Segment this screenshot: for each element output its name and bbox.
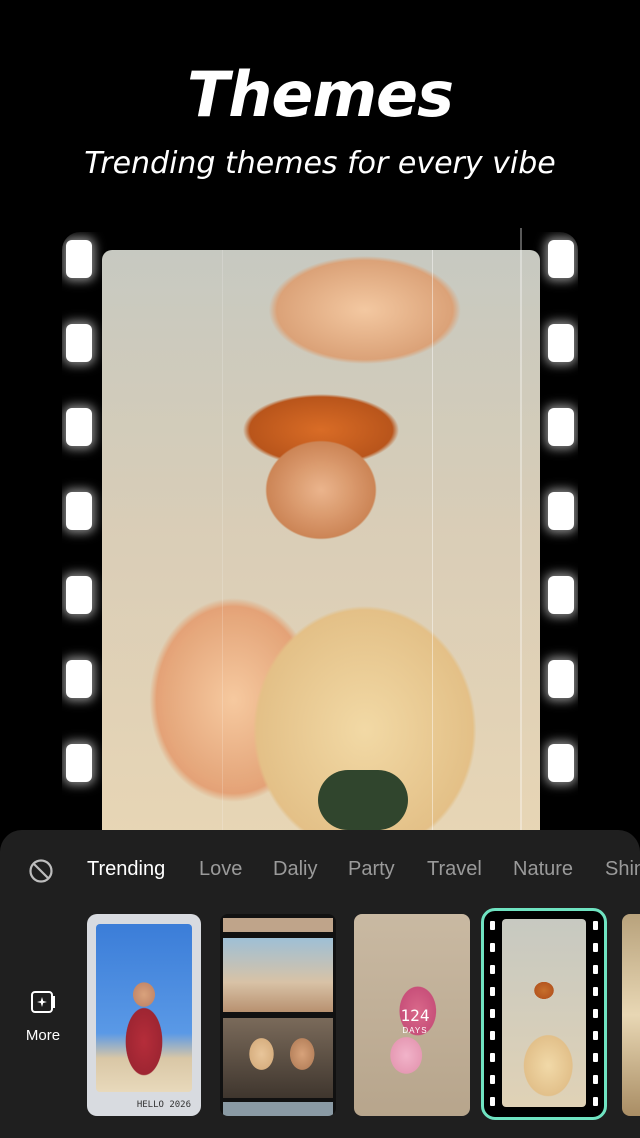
film-hole <box>490 965 495 974</box>
film-hole <box>66 324 92 362</box>
tab-travel[interactable]: Travel <box>427 858 482 881</box>
themes-panel: Trending Love Daliy Party Travel Nature … <box>0 830 640 1138</box>
film-hole <box>593 921 598 930</box>
tab-party[interactable]: Party <box>348 858 395 881</box>
more-label: More <box>25 1027 61 1044</box>
thumb-photo <box>502 919 586 1107</box>
film-hole <box>490 1053 495 1062</box>
film-hole <box>593 943 598 952</box>
film-hole <box>548 576 574 614</box>
thumb-photo <box>223 1018 333 1098</box>
film-hole <box>490 1009 495 1018</box>
theme-thumbnails: More HELLO 2026 124 DAYS <box>0 908 640 1124</box>
hero-title: Themes <box>186 58 454 131</box>
film-hole <box>548 660 574 698</box>
theme-thumb-polaroid[interactable]: HELLO 2026 <box>87 914 201 1116</box>
add-frame-icon <box>31 991 55 1013</box>
thumb-day-count: 124 <box>400 1006 430 1025</box>
film-hole <box>66 492 92 530</box>
thumb-photo <box>223 1102 333 1116</box>
film-hole <box>490 1075 495 1084</box>
film-hole <box>490 1031 495 1040</box>
tab-trending[interactable]: Trending <box>87 858 165 881</box>
film-hole <box>593 965 598 974</box>
thumb-days-label: DAYS <box>402 1026 428 1035</box>
theme-thumb-collage[interactable] <box>220 914 336 1116</box>
film-hole <box>548 492 574 530</box>
film-hole <box>593 1097 598 1106</box>
theme-preview <box>62 232 578 832</box>
film-hole <box>66 660 92 698</box>
tab-shin[interactable]: Shin <box>605 858 640 881</box>
preview-photo <box>102 250 540 832</box>
theme-thumb-film-selected[interactable] <box>481 908 607 1120</box>
film-hole <box>490 943 495 952</box>
film-hole <box>66 240 92 278</box>
film-edge-line <box>520 228 522 832</box>
film-hole <box>490 1097 495 1106</box>
film-hole <box>548 240 574 278</box>
film-scratch <box>222 250 223 832</box>
thumb-photo <box>223 918 333 932</box>
film-scratch <box>432 250 433 832</box>
film-hole <box>548 744 574 782</box>
film-hole <box>593 1009 598 1018</box>
tab-nature[interactable]: Nature <box>513 858 573 881</box>
film-hole <box>593 1053 598 1062</box>
theme-thumb-countdown[interactable]: 124 DAYS <box>354 914 470 1116</box>
film-hole <box>593 987 598 996</box>
film-hole <box>490 987 495 996</box>
photo-detail <box>318 770 408 830</box>
tab-daliy[interactable]: Daliy <box>273 858 317 881</box>
category-tabs: Trending Love Daliy Party Travel Nature … <box>0 854 640 894</box>
tab-love[interactable]: Love <box>199 858 242 881</box>
film-hole <box>548 408 574 446</box>
film-hole <box>593 1031 598 1040</box>
film-hole <box>66 408 92 446</box>
hero-subtitle: Trending themes for every vibe <box>84 146 556 181</box>
thumb-caption: HELLO 2026 <box>136 1100 191 1110</box>
theme-thumb-partial[interactable] <box>622 914 640 1116</box>
film-hole <box>593 1075 598 1084</box>
film-hole <box>66 576 92 614</box>
film-hole <box>548 324 574 362</box>
film-hole <box>490 921 495 930</box>
film-hole <box>66 744 92 782</box>
more-button[interactable]: More <box>14 990 72 1050</box>
thumb-photo <box>223 938 333 1012</box>
thumb-photo <box>96 924 192 1092</box>
